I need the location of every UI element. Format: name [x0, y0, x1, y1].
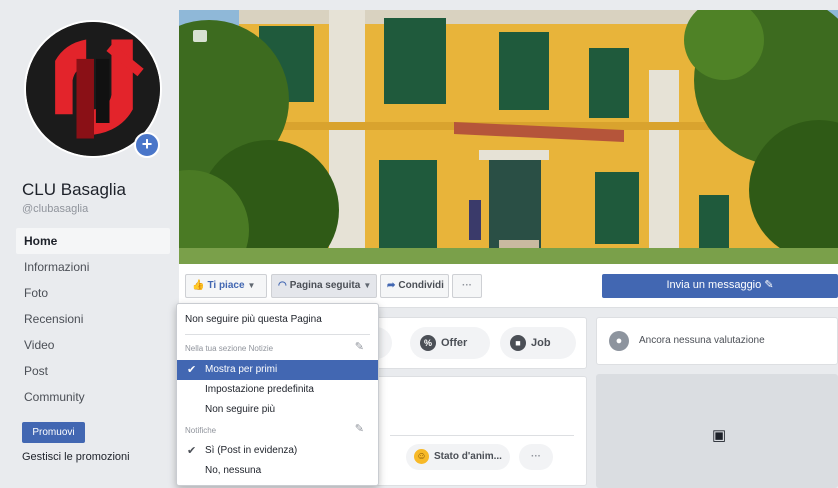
unfollow-page-option[interactable]: Non seguire più questa Pagina [177, 310, 378, 330]
cover-camera-icon[interactable] [193, 30, 207, 42]
chip-offer-label: Offer [441, 337, 468, 349]
promote-button[interactable]: Promuovi [22, 422, 85, 443]
notifications-section-label: Notifiche [185, 426, 217, 435]
divider [185, 334, 370, 335]
chip-offer[interactable]: % Offer [410, 327, 490, 359]
send-message-button[interactable]: Invia un messaggio ✎ [602, 274, 838, 298]
cover-photo[interactable] [179, 10, 838, 264]
notification-option-highlights[interactable]: ✔ Sì (Post in evidenza) [177, 441, 378, 461]
sidebar-item-recensioni[interactable]: Recensioni [16, 306, 170, 332]
more-button[interactable]: ··· [452, 274, 482, 298]
chevron-down-icon: ▼ [363, 281, 372, 290]
chip-mood[interactable]: ☺ Stato d'anim... [406, 444, 510, 470]
news-feed-section-label: Nella tua sezione Notizie [185, 344, 274, 353]
pencil-icon: ✎ [764, 279, 774, 291]
sidebar-item-home[interactable]: Home [16, 228, 170, 254]
follow-options-dropdown: Non seguire più questa Pagina Nella tua … [176, 303, 379, 486]
reviews-text: Ancora nessuna valutazione [639, 335, 765, 346]
add-photo-icon[interactable]: + [134, 132, 160, 158]
sidebar-item-post[interactable]: Post [16, 358, 170, 384]
send-message-label: Invia un messaggio [666, 279, 762, 291]
left-sidebar: + CLU Basaglia @clubasaglia Home Informa… [0, 0, 176, 488]
cover-building-image [179, 10, 838, 264]
divider [390, 435, 574, 436]
rss-icon: ◠ [278, 280, 287, 291]
chip-more[interactable]: ··· [519, 444, 553, 470]
sidebar-item-video[interactable]: Video [16, 332, 170, 358]
checkmark-icon: ✔ [187, 445, 197, 457]
smiley-icon: ☺ [414, 448, 429, 464]
chevron-down-icon: ▼ [247, 281, 256, 290]
manage-promotions-link[interactable]: Gestisci le promozioni [22, 451, 130, 463]
option-see-first-label: Mostra per primi [205, 364, 278, 375]
rating-icon: ● [609, 331, 629, 351]
chip-job-label: Job [531, 337, 551, 349]
notification-option-none[interactable]: No, nessuna [177, 461, 378, 481]
briefcase-icon: ■ [510, 335, 526, 352]
photos-card[interactable]: ▣ [596, 374, 838, 488]
page-name: CLU Basaglia [22, 180, 126, 199]
option-see-first[interactable]: ✔ Mostra per primi [177, 360, 378, 380]
option-default[interactable]: Impostazione predefinita [177, 380, 378, 400]
share-icon: ➦ [387, 280, 396, 291]
chip-job[interactable]: ■ Job [500, 327, 576, 359]
sidebar-item-community[interactable]: Community [16, 384, 170, 410]
notification-highlights-label: Sì (Post in evidenza) [205, 445, 298, 456]
sidebar-item-foto[interactable]: Foto [16, 280, 170, 306]
chip-mood-label: Stato d'anim... [434, 451, 502, 462]
liked-button[interactable]: 👍 Ti piace ▼ [185, 274, 267, 298]
option-unfollow[interactable]: Non seguire più [177, 400, 378, 420]
following-label: Pagina seguita [289, 280, 361, 291]
reviews-card: ● Ancora nessuna valutazione [596, 317, 838, 365]
sidebar-nav: Home Informazioni Foto Recensioni Video … [16, 228, 170, 410]
offer-icon: % [420, 335, 436, 352]
page-handle[interactable]: @clubasaglia [22, 203, 88, 215]
page-action-bar: 👍 Ti piace ▼ ◠ Pagina seguita ▼ ➦ Condividi ·… [179, 264, 838, 308]
liked-label: Ti piace [207, 280, 245, 291]
share-button[interactable]: ➦ Condividi [380, 274, 449, 298]
thumbs-up-icon: 👍 [192, 280, 205, 291]
sidebar-item-informazioni[interactable]: Informazioni [16, 254, 170, 280]
pencil-icon[interactable]: ✎ [355, 422, 364, 435]
checkmark-icon: ✔ [187, 364, 197, 376]
add-photo-icon[interactable]: ▣ [712, 426, 726, 444]
share-label: Condividi [398, 280, 444, 291]
pencil-icon[interactable]: ✎ [355, 340, 364, 353]
following-button[interactable]: ◠ Pagina seguita ▼ [271, 274, 377, 298]
